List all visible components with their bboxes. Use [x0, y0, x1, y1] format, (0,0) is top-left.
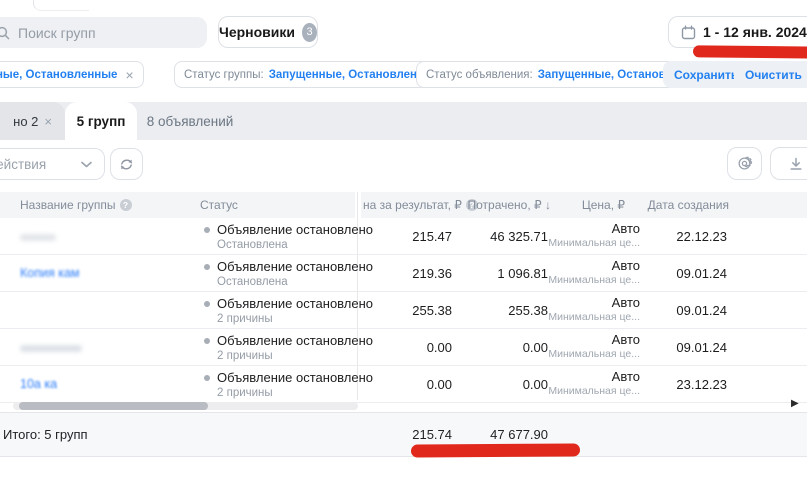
drafts-button[interactable]: Черновики 3	[218, 16, 318, 48]
scrollbar-thumb[interactable]	[19, 402, 208, 410]
red-marker-annotation-totals	[411, 443, 580, 457]
cost-per-result-value: 0.00	[427, 340, 452, 355]
refresh-icon	[119, 157, 134, 172]
created-date: 09.01.24	[676, 303, 727, 318]
column-header-spent[interactable]: Потрачено, ₽ ↓	[468, 192, 552, 218]
created-date: 22.12.23	[676, 229, 727, 244]
refresh-button[interactable]	[110, 148, 143, 180]
status-substatus: 2 причины	[217, 387, 373, 399]
column-header-name[interactable]: Название группы?	[20, 192, 132, 218]
column-header-price[interactable]: Цена, ₽	[582, 192, 625, 218]
spent-value: 1 096.81	[497, 266, 548, 281]
column-header-status[interactable]: Статус	[200, 192, 238, 218]
search-icon	[0, 26, 10, 40]
status-cell: Объявление остановлено 2 причины	[204, 333, 373, 362]
totals-row: Итого: 5 групп 215.74 47 677.90	[0, 412, 807, 457]
price-cell: Авто Минимальная це...	[548, 258, 640, 286]
column-header-cost-per-result[interactable]: на за результат, ₽?	[363, 192, 478, 218]
status-substatus: 2 причины	[217, 350, 373, 362]
group-name-redacted[interactable]	[20, 229, 56, 244]
price-cell: Авто Минимальная це...	[548, 295, 640, 323]
selected-count-label: но 2	[13, 114, 38, 129]
table-row[interactable]: 10а ка Объявление остановлено 2 причины …	[0, 366, 807, 403]
search-placeholder: Поиск групп	[18, 25, 96, 41]
cost-per-result-value: 219.36	[412, 266, 452, 281]
created-date: 23.12.23	[676, 377, 727, 392]
ads-manager-screen: Поиск групп Черновики 3 1 - 12 янв. 2024…	[0, 0, 807, 487]
group-name-link[interactable]: Копия кам	[20, 266, 80, 280]
export-button[interactable]	[770, 147, 807, 180]
drafts-label: Черновики	[219, 24, 295, 40]
filter-chip-cut[interactable]: Запущенные, Остановленные ×	[0, 61, 144, 88]
red-marker-annotation-date	[693, 45, 807, 58]
filter-chip-label: Статус группы:	[184, 69, 264, 81]
clear-filters-button[interactable]: Очистить	[734, 61, 807, 88]
totals-cost-per-result: 215.74	[412, 427, 452, 442]
status-dot-icon	[204, 301, 210, 307]
spent-value: 46 325.71	[490, 229, 548, 244]
column-header-created[interactable]: Дата создания	[648, 192, 729, 218]
gear-icon	[736, 155, 753, 172]
cost-per-result-value: 0.00	[427, 377, 452, 392]
help-icon[interactable]: ?	[120, 199, 132, 211]
status-substatus: Остановлена	[217, 276, 373, 288]
close-icon[interactable]: ×	[44, 114, 52, 129]
status-cell: Объявление остановлено Остановлена	[204, 222, 373, 251]
close-icon[interactable]: ×	[125, 67, 133, 83]
created-date: 09.01.24	[676, 266, 727, 281]
table-row[interactable]: Объявление остановлено Остановлена 215.4…	[0, 218, 807, 255]
price-cell: Авто Минимальная це...	[548, 221, 640, 249]
table-row[interactable]: Копия кам Объявление остановлено Останов…	[0, 255, 807, 292]
spent-value: 255.38	[508, 303, 548, 318]
price-cell: Авто Минимальная це...	[548, 369, 640, 397]
table-row[interactable]: Объявление остановлено 2 причины 0.00 0.…	[0, 329, 807, 366]
spent-value: 0.00	[523, 340, 548, 355]
selected-count-chip[interactable]: но 2 ×	[0, 102, 65, 140]
status-dot-icon	[204, 227, 210, 233]
calendar-icon	[681, 25, 696, 40]
status-substatus: 2 причины	[217, 313, 373, 325]
cost-per-result-value: 215.47	[412, 229, 452, 244]
created-date: 09.01.24	[676, 340, 727, 355]
chevron-down-icon	[81, 161, 92, 168]
table-row[interactable]: Объявление остановлено 2 причины 255.38 …	[0, 292, 807, 329]
group-name-link[interactable]: 10а ка	[20, 377, 57, 391]
totals-spent: 47 677.90	[490, 427, 548, 442]
status-dot-icon	[204, 338, 210, 344]
download-icon	[789, 157, 803, 171]
totals-label: Итого: 5 групп	[3, 427, 88, 442]
group-name-redacted[interactable]	[20, 340, 82, 355]
scroll-right-icon[interactable]: ▶	[791, 398, 799, 409]
drafts-count-badge: 3	[302, 23, 317, 42]
table-settings-button[interactable]	[727, 147, 762, 180]
status-dot-icon	[204, 375, 210, 381]
search-input[interactable]: Поиск групп	[0, 17, 207, 48]
tab-groups[interactable]: 5 групп	[65, 102, 137, 140]
tab-ads[interactable]: 8 объявлений	[137, 102, 243, 140]
filter-chip-value: Запущенные, Остановленные	[0, 69, 117, 81]
status-cell: Объявление остановлено 2 причины	[204, 370, 373, 399]
status-cell: Объявление остановлено Остановлена	[204, 259, 373, 288]
sort-desc-icon[interactable]: ↓	[545, 198, 551, 212]
status-cell: Объявление остановлено 2 причины	[204, 296, 373, 325]
actions-dropdown[interactable]: Действия	[0, 148, 105, 180]
price-cell: Авто Минимальная це...	[548, 332, 640, 360]
cost-per-result-value: 255.38	[412, 303, 452, 318]
date-range-value: 1 - 12 янв. 2024	[703, 24, 807, 40]
actions-label: Действия	[0, 157, 46, 172]
spent-value: 0.00	[523, 377, 548, 392]
status-substatus: Остановлена	[217, 239, 373, 251]
filter-chip-value: Запущенные, Остановленные	[269, 69, 440, 81]
date-range-picker[interactable]: 1 - 12 янв. 2024	[668, 16, 807, 48]
cropped-element-fragment	[33, 0, 89, 11]
horizontal-scrollbar[interactable]	[13, 402, 358, 410]
filter-chip-label: Статус объявления:	[426, 69, 533, 81]
status-dot-icon	[204, 264, 210, 270]
